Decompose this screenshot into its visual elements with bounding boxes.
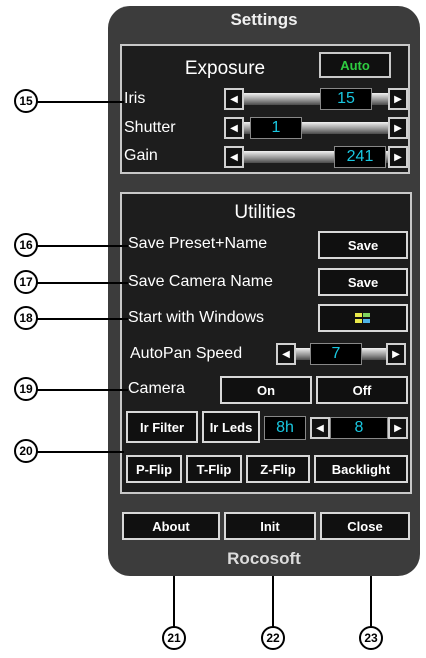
chevron-right-icon[interactable]: ▶ — [388, 117, 408, 139]
shutter-slider[interactable]: ◀ 1 ▶ — [224, 117, 408, 139]
gain-label: Gain — [124, 147, 158, 164]
close-button[interactable]: Close — [320, 512, 410, 540]
exposure-heading: Exposure — [184, 58, 266, 79]
callout-marker: 22 — [261, 626, 285, 650]
utilities-heading: Utilities — [234, 202, 296, 223]
start-with-windows-toggle[interactable] — [318, 304, 408, 332]
zoom-flip-button[interactable]: Z-Flip — [246, 455, 310, 483]
callout-leader-line — [272, 576, 274, 628]
save-preset-label: Save Preset+Name — [128, 235, 268, 252]
shutter-label: Shutter — [124, 119, 176, 136]
callout-marker: 20 — [14, 439, 38, 463]
chevron-left-icon[interactable]: ◀ — [224, 117, 244, 139]
pan-flip-button[interactable]: P-Flip — [126, 455, 182, 483]
gain-value: 241 — [334, 146, 386, 168]
auto-exposure-button[interactable]: Auto — [319, 52, 391, 78]
backlight-button[interactable]: Backlight — [314, 455, 408, 483]
save-preset-button[interactable]: Save — [318, 231, 408, 259]
callout-leader-line — [370, 576, 372, 628]
callout-marker: 23 — [359, 626, 383, 650]
callout-marker: 16 — [14, 233, 38, 257]
callout-leader-line — [36, 451, 124, 453]
save-camera-name-button[interactable]: Save — [318, 268, 408, 296]
autopan-speed-slider[interactable]: ◀ 7 ▶ — [276, 343, 406, 365]
ir-filter-button[interactable]: Ir Filter — [126, 411, 198, 443]
callout-leader-line — [36, 101, 124, 103]
gain-slider[interactable]: ◀ 241 ▶ — [224, 146, 408, 168]
iris-value: 15 — [320, 88, 372, 110]
callout-leader-line — [36, 282, 128, 284]
chevron-left-icon[interactable]: ◀ — [224, 88, 244, 110]
chevron-left-icon[interactable]: ◀ — [276, 343, 296, 365]
autopan-speed-value: 7 — [310, 343, 362, 365]
tilt-flip-button[interactable]: T-Flip — [186, 455, 242, 483]
callout-marker: 19 — [14, 377, 38, 401]
iris-label: Iris — [124, 90, 146, 107]
camera-off-button[interactable]: Off — [316, 376, 408, 404]
callout-leader-line — [36, 389, 128, 391]
windows-logo-icon — [355, 313, 371, 323]
callout-marker: 21 — [162, 626, 186, 650]
chevron-left-icon[interactable]: ◀ — [224, 146, 244, 168]
chevron-right-icon[interactable]: ▶ — [386, 343, 406, 365]
ir-leds-button[interactable]: Ir Leds — [202, 411, 260, 443]
callout-leader-line — [36, 318, 128, 320]
ir-level-value: 8 — [330, 417, 388, 439]
chevron-right-icon[interactable]: ▶ — [388, 146, 408, 168]
window-title: Settings — [230, 10, 298, 29]
callout-marker: 17 — [14, 270, 38, 294]
chevron-right-icon[interactable]: ▶ — [388, 88, 408, 110]
shutter-value: 1 — [250, 117, 302, 139]
ir-time-value: 8h — [264, 416, 306, 440]
callout-marker: 18 — [14, 306, 38, 330]
save-camera-name-label: Save Camera Name — [128, 273, 273, 290]
chevron-left-icon[interactable]: ◀ — [310, 417, 330, 439]
ir-level-slider[interactable]: ◀ 8 ▶ — [310, 417, 408, 439]
autopan-speed-label: AutoPan Speed — [130, 345, 243, 362]
camera-on-button[interactable]: On — [220, 376, 312, 404]
brand-footer: Rocosoft — [227, 549, 301, 568]
about-button[interactable]: About — [122, 512, 220, 540]
callout-leader-line — [36, 245, 128, 247]
iris-slider[interactable]: ◀ 15 ▶ — [224, 88, 408, 110]
init-button[interactable]: Init — [224, 512, 316, 540]
callout-leader-line — [173, 576, 175, 628]
start-with-windows-label: Start with Windows — [128, 309, 265, 326]
camera-label: Camera — [128, 380, 185, 397]
chevron-right-icon[interactable]: ▶ — [388, 417, 408, 439]
callout-marker: 15 — [14, 89, 38, 113]
